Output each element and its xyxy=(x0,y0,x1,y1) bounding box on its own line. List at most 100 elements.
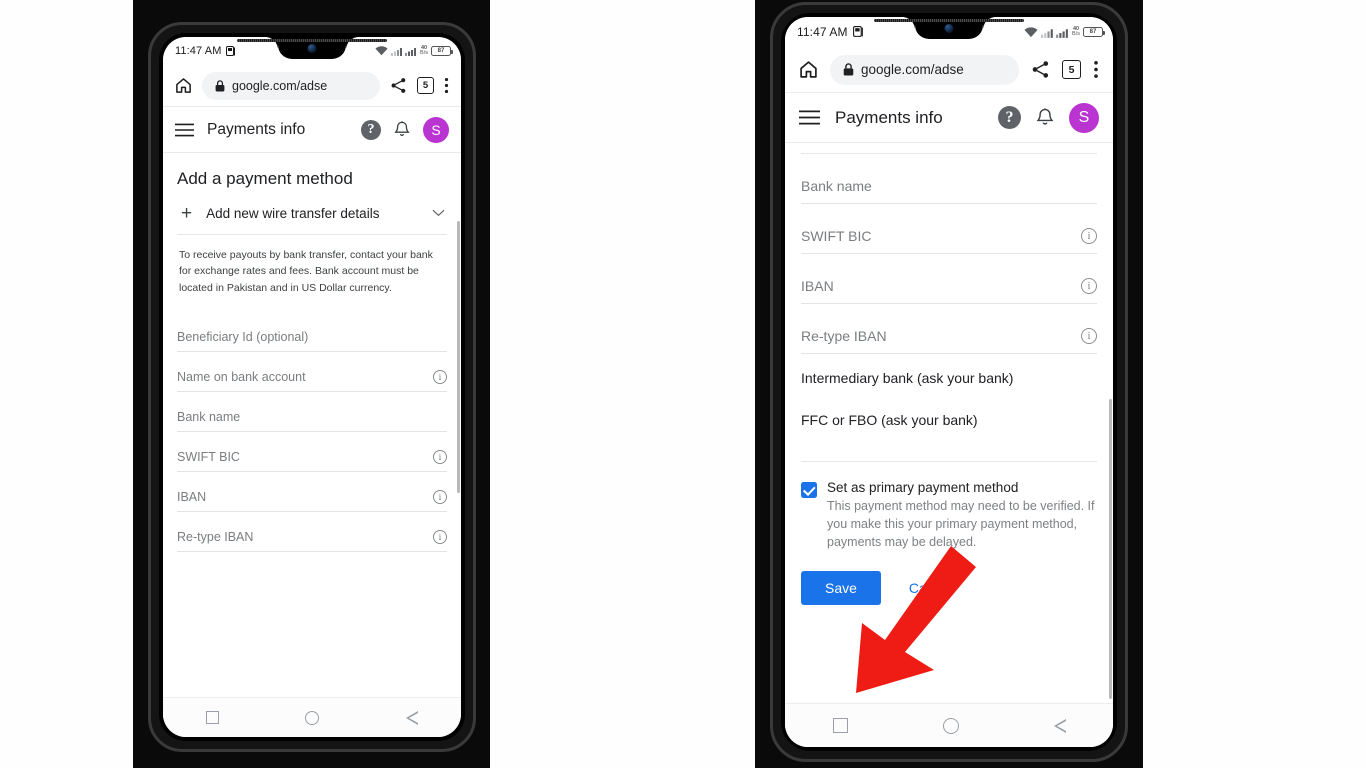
field-label: Bank name xyxy=(801,178,872,194)
field-iban[interactable]: IBAN i xyxy=(801,254,1097,304)
intermediary-bank-row[interactable]: Intermediary bank (ask your bank) xyxy=(801,354,1097,386)
home-icon[interactable] xyxy=(175,77,192,94)
save-button[interactable]: Save xyxy=(801,571,881,606)
dual-sim-icon xyxy=(226,45,236,57)
wifi-icon xyxy=(375,46,388,56)
field-label: SWIFT BIC xyxy=(801,228,872,244)
tab-counter[interactable]: 5 xyxy=(417,77,434,94)
wifi-icon xyxy=(1024,26,1038,38)
circle-home-icon[interactable] xyxy=(305,710,320,725)
left-phone-bezel: 11:47 AM 40 B/s 87 google.com/adse 5 Pay… xyxy=(159,33,465,741)
status-indicators: 40 B/s 87 xyxy=(1024,26,1105,38)
lock-icon xyxy=(843,63,854,76)
power-button[interactable] xyxy=(1126,490,1128,530)
address-bar[interactable]: google.com/adse xyxy=(830,54,1019,85)
avatar[interactable]: S xyxy=(423,116,449,143)
info-icon[interactable]: i xyxy=(433,369,447,384)
overflow-menu-icon[interactable] xyxy=(444,77,449,94)
field-label: SWIFT BIC xyxy=(177,449,240,464)
square-recents-icon[interactable] xyxy=(206,711,220,724)
field-beneficiary-id[interactable]: Beneficiary Id (optional) xyxy=(177,312,447,352)
browser-toolbar: google.com/adse 5 xyxy=(163,65,461,107)
field-label: Re-type IBAN xyxy=(801,328,887,344)
front-camera-icon xyxy=(944,24,954,33)
right-phone-bezel: 11:47 AM 40 B/s 87 google.com/adse 5 Pay… xyxy=(781,13,1117,751)
android-nav-bar xyxy=(785,703,1113,747)
app-header: Payments info ? S xyxy=(163,107,461,153)
earpiece-speaker xyxy=(237,39,387,42)
set-primary-label: Set as primary payment method xyxy=(827,480,1019,495)
signal-bars-icon xyxy=(391,46,417,56)
help-icon[interactable]: ? xyxy=(998,106,1021,129)
volume-button[interactable] xyxy=(474,255,476,315)
network-speed-unit: B/s xyxy=(1072,31,1080,37)
cancel-button[interactable]: Cancel xyxy=(891,571,971,605)
info-icon[interactable]: i xyxy=(1081,278,1097,294)
hamburger-menu-icon[interactable] xyxy=(175,123,194,137)
info-icon[interactable]: i xyxy=(433,449,447,464)
field-retype-iban[interactable]: Re-type IBAN i xyxy=(177,512,447,552)
chevron-down-icon[interactable] xyxy=(432,208,445,220)
field-swift-bic[interactable]: SWIFT BIC i xyxy=(177,432,447,472)
share-icon[interactable] xyxy=(390,77,407,94)
android-nav-bar xyxy=(163,697,461,737)
right-phone-screen: 11:47 AM 40 B/s 87 google.com/adse 5 Pay… xyxy=(785,17,1113,747)
field-retype-iban[interactable]: Re-type IBAN i xyxy=(801,304,1097,354)
form-actions: Save Cancel xyxy=(801,551,1097,615)
address-bar[interactable]: google.com/adse xyxy=(202,71,380,100)
info-icon[interactable]: i xyxy=(433,529,447,544)
volume-button[interactable] xyxy=(1126,415,1128,477)
info-icon[interactable]: i xyxy=(1081,328,1097,344)
lock-icon xyxy=(215,79,225,92)
page-title: Payments info xyxy=(207,120,306,138)
field-name-on-bank-account[interactable]: Name on bank account i xyxy=(177,352,447,392)
help-icon[interactable]: ? xyxy=(361,119,381,140)
network-speed-indicator: 40 B/s xyxy=(420,45,428,57)
vertical-scrollbar[interactable] xyxy=(457,221,460,493)
circle-home-icon[interactable] xyxy=(942,717,959,734)
battery-level: 87 xyxy=(1089,29,1097,35)
overflow-menu-icon[interactable] xyxy=(1093,60,1099,79)
info-icon[interactable]: i xyxy=(1081,228,1097,244)
power-button[interactable] xyxy=(474,325,476,363)
set-primary-checkbox-block[interactable]: Set as primary payment method This payme… xyxy=(801,462,1097,551)
set-primary-checkbox[interactable] xyxy=(801,482,817,498)
add-wire-transfer-row[interactable]: + Add new wire transfer details xyxy=(177,193,447,235)
field-label: Re-type IBAN xyxy=(177,529,254,544)
status-time: 11:47 AM xyxy=(175,45,222,57)
screenshot-stage: 11:47 AM 40 B/s 87 google.com/adse 5 Pay… xyxy=(0,0,1366,768)
bell-icon[interactable] xyxy=(394,120,410,139)
field-label: Beneficiary Id (optional) xyxy=(177,329,309,344)
vertical-scrollbar[interactable] xyxy=(1109,399,1112,699)
hamburger-menu-icon[interactable] xyxy=(799,110,820,125)
page-title: Payments info xyxy=(835,107,943,127)
left-phone-frame: 11:47 AM 40 B/s 87 google.com/adse 5 Pay… xyxy=(148,22,476,752)
set-primary-description: This payment method may need to be verif… xyxy=(827,499,1095,550)
network-speed-unit: B/s xyxy=(420,50,428,56)
field-swift-bic[interactable]: SWIFT BIC i xyxy=(801,204,1097,254)
field-iban[interactable]: IBAN i xyxy=(177,472,447,512)
right-page-content: Bank name SWIFT BIC i IBAN i Re-type IBA… xyxy=(785,143,1113,701)
right-phone-frame: 11:47 AM 40 B/s 87 google.com/adse 5 Pay… xyxy=(770,2,1128,762)
bell-icon[interactable] xyxy=(1036,107,1054,128)
triangle-back-icon[interactable] xyxy=(405,710,418,725)
field-label: IBAN xyxy=(801,278,834,294)
field-label: IBAN xyxy=(177,489,207,504)
signal-bars-icon xyxy=(1041,27,1069,38)
ffc-fbo-row[interactable]: FFC or FBO (ask your bank) xyxy=(801,386,1097,428)
app-header: Payments info ? S xyxy=(785,93,1113,143)
square-recents-icon[interactable] xyxy=(832,718,848,733)
payout-help-text: To receive payouts by bank transfer, con… xyxy=(179,249,433,294)
triangle-back-icon[interactable] xyxy=(1053,718,1066,733)
avatar[interactable]: S xyxy=(1069,102,1099,133)
url-text: google.com/adse xyxy=(232,78,328,93)
field-bank-name[interactable]: Bank name xyxy=(801,154,1097,204)
tab-counter[interactable]: 5 xyxy=(1062,60,1081,79)
battery-icon: 87 xyxy=(431,46,453,56)
field-bank-name[interactable]: Bank name xyxy=(177,392,447,432)
battery-icon: 87 xyxy=(1083,27,1105,37)
dual-sim-icon xyxy=(852,26,864,38)
info-icon[interactable]: i xyxy=(433,489,447,504)
share-icon[interactable] xyxy=(1031,60,1050,79)
home-icon[interactable] xyxy=(799,60,818,79)
